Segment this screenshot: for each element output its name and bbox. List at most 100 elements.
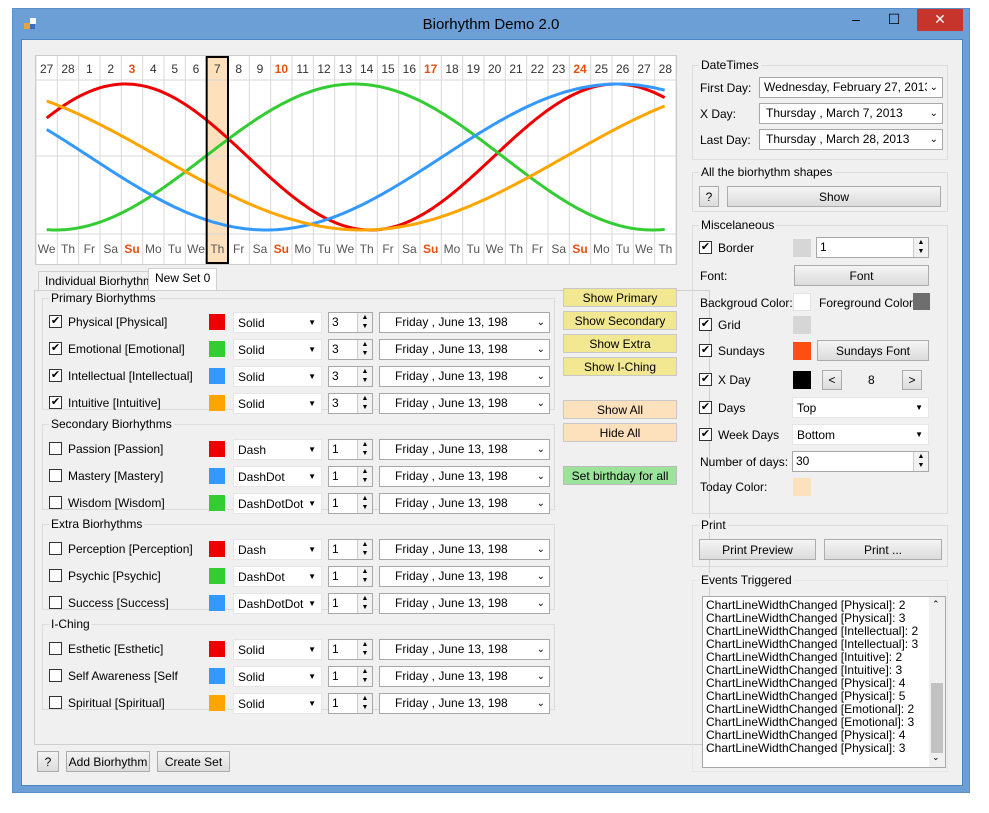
x-day-checkbox[interactable]: ✔ xyxy=(699,373,712,386)
foreground-color-swatch[interactable] xyxy=(913,293,930,310)
row-birthday-picker[interactable]: Friday , June 13, 198 ⌄ xyxy=(379,339,550,360)
row-color-swatch[interactable] xyxy=(209,568,225,584)
sundays-checkbox[interactable]: ✔ xyxy=(699,344,712,357)
spin-arrows-icon[interactable]: ▲ ▼ xyxy=(357,640,372,659)
row-line-style-select[interactable]: Solid ▼ xyxy=(233,312,322,333)
events-log[interactable]: ChartLineWidthChanged [Physical]: 2 Chart… xyxy=(702,596,946,768)
row-line-style-select[interactable]: DashDot ▼ xyxy=(233,466,322,487)
grid-color-swatch[interactable] xyxy=(793,316,811,334)
events-scrollbar[interactable]: ⌃ ⌄ xyxy=(929,597,945,767)
row-birthday-picker[interactable]: Friday , June 13, 198 ⌄ xyxy=(379,693,550,714)
show-shapes-button[interactable]: Show xyxy=(727,186,941,207)
spin-arrows-icon[interactable]: ▲ ▼ xyxy=(357,567,372,586)
tab-new-set[interactable]: New Set 0 xyxy=(148,268,218,291)
spin-arrows-icon[interactable]: ▲ ▼ xyxy=(357,367,372,386)
row-line-width-input[interactable]: 1 ▲ ▼ xyxy=(328,593,373,614)
row-color-swatch[interactable] xyxy=(209,368,225,384)
days-checkbox[interactable]: ✔ xyxy=(699,401,712,414)
tab-individual-biorhythms[interactable]: Individual Biorhythms xyxy=(38,271,167,291)
spin-arrows-icon[interactable]: ▲ ▼ xyxy=(357,313,372,332)
help-button[interactable]: ? xyxy=(37,751,59,772)
row-color-swatch[interactable] xyxy=(209,468,225,484)
sundays-color-swatch[interactable] xyxy=(793,342,811,360)
row-checkbox[interactable]: ✔ xyxy=(49,342,62,355)
row-birthday-picker[interactable]: Friday , June 13, 198 ⌄ xyxy=(379,593,550,614)
row-birthday-picker[interactable]: Friday , June 13, 198 ⌄ xyxy=(379,393,550,414)
number-of-days-input[interactable]: 30 ▲ ▼ xyxy=(792,451,929,472)
add-biorhythm-button[interactable]: Add Biorhythm xyxy=(66,751,150,772)
row-color-swatch[interactable] xyxy=(209,495,225,511)
show-secondary-button[interactable]: Show Secondary xyxy=(563,311,677,330)
print-button[interactable]: Print ... xyxy=(824,539,942,560)
first-day-picker[interactable]: Wednesday, February 27, 2013 ⌄ xyxy=(759,77,943,98)
shapes-help-button[interactable]: ? xyxy=(699,186,719,207)
row-birthday-picker[interactable]: Friday , June 13, 198 ⌄ xyxy=(379,439,550,460)
row-color-swatch[interactable] xyxy=(209,595,225,611)
row-color-swatch[interactable] xyxy=(209,395,225,411)
spin-arrows-icon[interactable]: ▲ ▼ xyxy=(357,594,372,613)
row-line-width-input[interactable]: 1 ▲ ▼ xyxy=(328,639,373,660)
week-days-checkbox[interactable]: ✔ xyxy=(699,428,712,441)
row-line-style-select[interactable]: Solid ▼ xyxy=(233,339,322,360)
maximize-button[interactable]: ☐ xyxy=(881,9,907,31)
row-birthday-picker[interactable]: Friday , June 13, 198 ⌄ xyxy=(379,666,550,687)
row-line-style-select[interactable]: Solid ▼ xyxy=(233,366,322,387)
row-line-style-select[interactable]: Dash ▼ xyxy=(233,439,322,460)
spin-arrows-icon[interactable]: ▲ ▼ xyxy=(913,452,928,471)
font-button[interactable]: Font xyxy=(794,265,929,286)
scroll-thumb[interactable] xyxy=(931,683,943,753)
row-birthday-picker[interactable]: Friday , June 13, 198 ⌄ xyxy=(379,639,550,660)
chevron-up-icon[interactable]: ⌃ xyxy=(932,599,940,610)
row-color-swatch[interactable] xyxy=(209,341,225,357)
row-line-width-input[interactable]: 1 ▲ ▼ xyxy=(328,566,373,587)
grid-checkbox[interactable]: ✔ xyxy=(699,318,712,331)
row-line-style-select[interactable]: Solid ▼ xyxy=(233,639,322,660)
row-color-swatch[interactable] xyxy=(209,641,225,657)
row-line-width-input[interactable]: 3 ▲ ▼ xyxy=(328,312,373,333)
spin-arrows-icon[interactable]: ▲ ▼ xyxy=(357,694,372,713)
row-color-swatch[interactable] xyxy=(209,441,225,457)
hide-all-button[interactable]: Hide All xyxy=(563,423,677,442)
spin-arrows-icon[interactable]: ▲ ▼ xyxy=(357,394,372,413)
today-color-swatch[interactable] xyxy=(793,478,811,496)
week-days-position-select[interactable]: Bottom ▼ xyxy=(792,424,929,445)
row-line-width-input[interactable]: 3 ▲ ▼ xyxy=(328,339,373,360)
row-checkbox[interactable]: ✔ xyxy=(49,396,62,409)
border-checkbox[interactable]: ✔ xyxy=(699,241,712,254)
spin-arrows-icon[interactable]: ▲ ▼ xyxy=(357,667,372,686)
row-line-width-input[interactable]: 1 ▲ ▼ xyxy=(328,666,373,687)
row-line-width-input[interactable]: 3 ▲ ▼ xyxy=(328,393,373,414)
chevron-down-icon[interactable]: ⌄ xyxy=(932,752,940,763)
show-iching-button[interactable]: Show I-Ching xyxy=(563,357,677,376)
border-width-input[interactable]: 1 ▲ ▼ xyxy=(816,237,929,258)
row-checkbox[interactable] xyxy=(49,669,62,682)
spin-arrows-icon[interactable]: ▲ ▼ xyxy=(357,494,372,513)
row-checkbox[interactable] xyxy=(49,642,62,655)
sundays-font-button[interactable]: Sundays Font xyxy=(817,340,929,361)
x-day-color-swatch[interactable] xyxy=(793,371,811,389)
row-line-width-input[interactable]: 1 ▲ ▼ xyxy=(328,693,373,714)
row-checkbox[interactable] xyxy=(49,696,62,709)
row-birthday-picker[interactable]: Friday , June 13, 198 ⌄ xyxy=(379,493,550,514)
row-color-swatch[interactable] xyxy=(209,668,225,684)
spin-arrows-icon[interactable]: ▲ ▼ xyxy=(357,540,372,559)
x-day-picker[interactable]: Thursday , March 7, 2013 ⌄ xyxy=(759,103,943,124)
create-set-button[interactable]: Create Set xyxy=(157,751,230,772)
row-line-style-select[interactable]: DashDot ▼ xyxy=(233,566,322,587)
row-line-style-select[interactable]: Solid ▼ xyxy=(233,666,322,687)
row-checkbox[interactable] xyxy=(49,442,62,455)
row-color-swatch[interactable] xyxy=(209,695,225,711)
set-birthday-button[interactable]: Set birthday for all xyxy=(563,466,677,485)
days-position-select[interactable]: Top ▼ xyxy=(792,397,929,418)
spin-arrows-icon[interactable]: ▲ ▼ xyxy=(357,467,372,486)
x-day-next-button[interactable]: > xyxy=(902,370,922,390)
row-birthday-picker[interactable]: Friday , June 13, 198 ⌄ xyxy=(379,466,550,487)
row-color-swatch[interactable] xyxy=(209,314,225,330)
row-line-width-input[interactable]: 1 ▲ ▼ xyxy=(328,466,373,487)
minimize-button[interactable]: – xyxy=(843,9,869,31)
print-preview-button[interactable]: Print Preview xyxy=(699,539,816,560)
spin-arrows-icon[interactable]: ▲ ▼ xyxy=(357,340,372,359)
row-color-swatch[interactable] xyxy=(209,541,225,557)
biorhythm-chart[interactable]: 27 We 28 Th 1 Fr 2 Sa 3 Su 4 Mo 5 Tu 6 We 7 Th 8 Fr 9 Sa 10 Su 1… xyxy=(35,55,677,265)
show-extra-button[interactable]: Show Extra xyxy=(563,334,677,353)
